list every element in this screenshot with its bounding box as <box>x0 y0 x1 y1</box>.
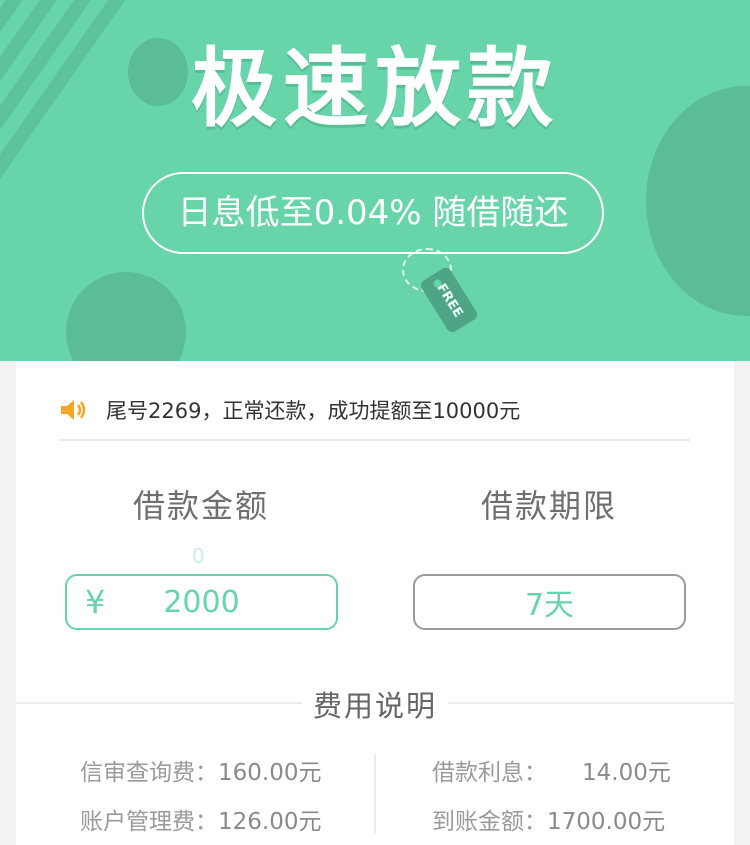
currency-symbol: ¥ <box>85 583 106 621</box>
fee-label: 到账金额： <box>432 809 547 835</box>
column-separator <box>374 753 376 833</box>
fee-item-inquiry: 信审查询费： 160.00元 <box>80 753 321 787</box>
decorative-circle <box>66 272 186 361</box>
fee-item-interest: 借款利息： 14.00元 <box>432 753 671 787</box>
fee-label: 信审查询费： <box>80 760 218 786</box>
fee-item-received: 到账金额： 1700.00元 <box>432 802 665 836</box>
fee-label: 借款利息： <box>432 760 547 786</box>
banner-subtitle-pill: 日息低至0.04% 随借随还 <box>142 172 604 254</box>
loan-card: 尾号2269，正常还款，成功提额至10000元 借款金额 借款期限 0 ¥ 20… <box>16 361 734 845</box>
amount-hint: 0 <box>192 544 205 568</box>
term-label: 借款期限 <box>480 487 617 525</box>
fee-value: 14.00元 <box>582 760 671 786</box>
speaker-icon <box>58 395 88 425</box>
fee-item-account: 账户管理费： 126.00元 <box>80 802 321 836</box>
term-select[interactable]: 7天 <box>413 574 686 630</box>
amount-value: 2000 <box>163 584 240 620</box>
free-tag-label: FREE <box>433 281 466 321</box>
term-value: 7天 <box>524 588 575 623</box>
fee-label: 账户管理费： <box>80 809 218 835</box>
fee-value: 1700.00元 <box>547 809 666 835</box>
notice-bar: 尾号2269，正常还款，成功提额至10000元 <box>58 381 690 441</box>
fee-value: 160.00元 <box>218 760 322 786</box>
promo-banner: 极速放款 日息低至0.04% 随借随还 FREE <box>0 0 750 361</box>
amount-label: 借款金额 <box>132 487 269 525</box>
amount-input[interactable]: ¥ 2000 <box>65 574 338 630</box>
notice-text: 尾号2269，正常还款，成功提额至10000元 <box>106 399 521 423</box>
fee-value: 126.00元 <box>218 809 322 835</box>
banner-headline: 极速放款 <box>191 39 559 139</box>
fee-title: 费用说明 <box>312 689 437 723</box>
